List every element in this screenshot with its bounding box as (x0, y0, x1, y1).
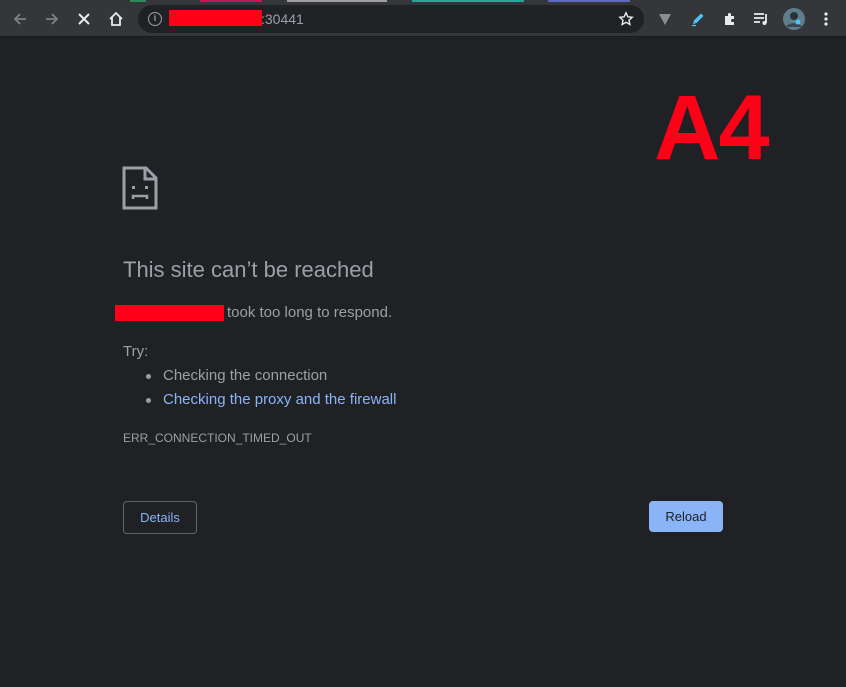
bookmark-star-icon[interactable] (616, 9, 636, 29)
media-queue-button[interactable] (747, 5, 775, 33)
reload-button[interactable]: Reload (649, 501, 723, 532)
stop-loading-icon (78, 13, 90, 25)
back-button[interactable] (6, 5, 34, 33)
suggestion-list: Checking the connection Checking the pro… (146, 364, 396, 412)
details-button[interactable]: Details (123, 501, 197, 534)
back-arrow-icon (13, 13, 26, 25)
address-bar[interactable]: i :30441 (138, 5, 644, 33)
suggestion-proxy-firewall-link[interactable]: Checking the proxy and the firewall (163, 391, 396, 408)
annotation-label: A4 (654, 77, 770, 179)
sad-page-icon (122, 166, 158, 210)
extensions-button[interactable] (716, 5, 744, 33)
kebab-menu-icon (824, 12, 828, 26)
redacted-host (169, 10, 262, 26)
error-code: ERR_CONNECTION_TIMED_OUT (123, 431, 312, 445)
puzzle-extensions-icon (725, 13, 734, 25)
home-button[interactable] (102, 5, 130, 33)
extension-v-button[interactable] (651, 5, 679, 33)
kebab-menu-button[interactable] (812, 5, 840, 33)
browser-toolbar: i :30441 (0, 0, 846, 37)
error-message: took too long to respond. (227, 304, 393, 321)
stop-loading-button[interactable] (70, 5, 98, 33)
forward-button[interactable] (38, 5, 66, 33)
url-text: :30441 (261, 11, 304, 27)
tab-color-strip (548, 0, 630, 2)
tab-color-strip (287, 0, 387, 2)
suggestion-item: Checking the proxy and the firewall (146, 388, 396, 412)
suggestion-check-connection: Checking the connection (163, 367, 328, 384)
redacted-hostname (115, 305, 224, 321)
error-title: This site can’t be reached (123, 257, 374, 282)
pen-extension-icon (692, 13, 704, 27)
media-queue-icon (754, 13, 767, 25)
tab-color-strip (200, 0, 262, 2)
tab-color-strip (130, 0, 146, 2)
suggestion-item: Checking the connection (146, 364, 396, 388)
tab-color-strip (412, 0, 524, 2)
profile-avatar-icon (783, 8, 805, 30)
forward-arrow-icon (46, 13, 59, 25)
site-info-icon[interactable]: i (148, 12, 162, 26)
profile-button[interactable] (780, 5, 808, 33)
extension-v-icon (659, 14, 671, 25)
try-label: Try: (123, 343, 149, 360)
pen-extension-button[interactable] (684, 5, 712, 33)
home-icon (109, 11, 123, 26)
